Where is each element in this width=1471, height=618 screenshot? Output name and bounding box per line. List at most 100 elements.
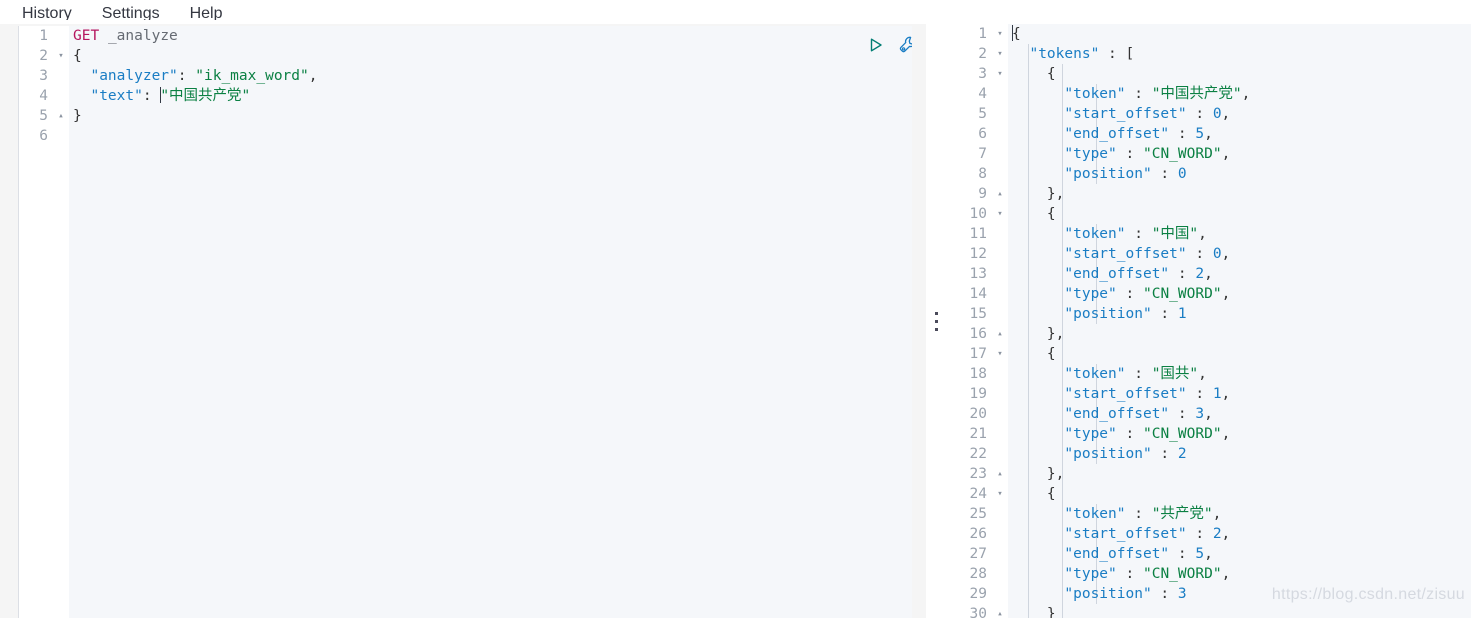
code-token: 1 [1212, 386, 1222, 402]
gutter-line[interactable]: 29 [946, 584, 1008, 604]
gutter-line[interactable]: 22 [946, 444, 1008, 464]
code-line[interactable]: "token" : "国共", [1008, 364, 1471, 384]
code-line[interactable]: "position" : 1 [1008, 304, 1471, 324]
gutter-line[interactable]: 17 ▾ [946, 344, 1008, 364]
code-line[interactable]: }, [1008, 324, 1471, 344]
request-code-area[interactable]: GET _analyze { "analyzer": "ik_max_word",… [69, 26, 912, 618]
gutter-line[interactable]: 10 ▾ [946, 204, 1008, 224]
fold-expand-icon[interactable]: ▴ [994, 464, 1006, 484]
gutter-line[interactable]: 27 [946, 544, 1008, 564]
fold-expand-icon[interactable]: ▴ [994, 604, 1006, 618]
request-pane[interactable]: 1 2 ▾ 3 4 5 ▴ 6 GET _analyze{ "analyzer": "ik_m… [0, 24, 926, 618]
code-line[interactable]: { [1008, 484, 1471, 504]
pane-splitter[interactable] [926, 24, 946, 618]
fold-collapse-icon[interactable]: ▾ [994, 44, 1006, 64]
gutter-line[interactable]: 25 [946, 504, 1008, 524]
code-line[interactable]: { [1008, 64, 1471, 84]
gutter-line[interactable]: 14 [946, 284, 1008, 304]
gutter-line[interactable]: 6 [19, 126, 69, 146]
gutter-line[interactable]: 11 [946, 224, 1008, 244]
wrench-icon[interactable] [897, 34, 912, 56]
code-line[interactable]: "end_offset" : 5, [1008, 124, 1471, 144]
code-line[interactable]: "start_offset" : 0, [1008, 104, 1471, 124]
gutter-line[interactable]: 8 [946, 164, 1008, 184]
code-line[interactable]: "type" : "CN_WORD", [1008, 564, 1471, 584]
menu-item-help[interactable]: Help [190, 6, 223, 21]
code-line[interactable]: "position" : 0 [1008, 164, 1471, 184]
gutter-line[interactable]: 7 [946, 144, 1008, 164]
fold-collapse-icon[interactable]: ▾ [994, 204, 1006, 224]
fold-expand-icon[interactable]: ▴ [994, 324, 1006, 344]
code-line[interactable]: "type" : "CN_WORD", [1008, 284, 1471, 304]
gutter-line[interactable]: 23 ▴ [946, 464, 1008, 484]
gutter-line[interactable]: 5 ▴ [19, 106, 69, 126]
gutter-line[interactable]: 13 [946, 264, 1008, 284]
gutter-line[interactable]: 4 [946, 84, 1008, 104]
gutter-line[interactable]: 12 [946, 244, 1008, 264]
fold-collapse-icon[interactable]: ▾ [994, 64, 1006, 84]
code-line[interactable]: "text": "中国共产党" [69, 86, 912, 106]
code-line[interactable]: "type" : "CN_WORD", [1008, 144, 1471, 164]
request-editor[interactable]: 1 2 ▾ 3 4 5 ▴ 6 GET _analyze{ "analyzer": "ik_m… [18, 26, 912, 618]
code-line[interactable]: "position" : 2 [1008, 444, 1471, 464]
fold-collapse-icon[interactable]: ▾ [55, 46, 67, 66]
fold-expand-icon[interactable]: ▴ [55, 106, 67, 126]
code-line[interactable]: "analyzer": "ik_max_word", [69, 66, 912, 86]
gutter-line[interactable]: 24 ▾ [946, 484, 1008, 504]
gutter-line[interactable]: 19 [946, 384, 1008, 404]
gutter-line[interactable]: 4 [19, 86, 69, 106]
gutter-line[interactable]: 30 ▴ [946, 604, 1008, 618]
play-icon[interactable] [865, 34, 887, 56]
line-number: 11 [969, 226, 987, 242]
gutter-line[interactable]: 26 [946, 524, 1008, 544]
code-line[interactable]: { [1008, 344, 1471, 364]
code-line[interactable]: "start_offset" : 1, [1008, 384, 1471, 404]
gutter-line[interactable]: 15 [946, 304, 1008, 324]
code-line[interactable]: } [1008, 604, 1471, 618]
code-line[interactable]: "end_offset" : 3, [1008, 404, 1471, 424]
code-line[interactable]: { [1008, 204, 1471, 224]
gutter-line[interactable]: 20 [946, 404, 1008, 424]
gutter-line[interactable]: 9 ▴ [946, 184, 1008, 204]
fold-expand-icon[interactable]: ▴ [994, 184, 1006, 204]
gutter-line[interactable]: 21 [946, 424, 1008, 444]
code-line[interactable]: "end_offset" : 2, [1008, 264, 1471, 284]
code-line[interactable]: GET _analyze [69, 26, 912, 46]
code-line[interactable]: "token" : "共产党", [1008, 504, 1471, 524]
gutter-line[interactable]: 5 [946, 104, 1008, 124]
menu-item-settings[interactable]: Settings [102, 6, 160, 21]
gutter-line[interactable]: 16 ▴ [946, 324, 1008, 344]
fold-collapse-icon[interactable]: ▾ [994, 484, 1006, 504]
response-code-area[interactable]: { "tokens" : [ { "token" : "中国共产党", "sta… [1008, 24, 1471, 618]
code-line[interactable]: "tokens" : [ [1008, 44, 1471, 64]
code-line[interactable]: { [69, 46, 912, 66]
gutter-line[interactable]: 1 ▾ [946, 24, 1008, 44]
code-line[interactable]: "end_offset" : 5, [1008, 544, 1471, 564]
code-line[interactable]: { [1008, 24, 1471, 44]
gutter-line[interactable]: 1 [19, 26, 69, 46]
gutter-line[interactable]: 18 [946, 364, 1008, 384]
code-line[interactable]: "start_offset" : 2, [1008, 524, 1471, 544]
menu-item-history[interactable]: History [22, 6, 72, 21]
response-pane[interactable]: 1 ▾ 2 ▾ 3 ▾ 4 5 6 7 8 9 ▴ 10 ▾ 11 12 13 14 15 16 ▴ 17 ▾ 18 19 20 21… [946, 24, 1471, 618]
code-line[interactable]: "token" : "中国", [1008, 224, 1471, 244]
code-line[interactable]: } [69, 106, 912, 126]
code-line[interactable]: "type" : "CN_WORD", [1008, 424, 1471, 444]
gutter-line[interactable]: 28 [946, 564, 1008, 584]
gutter-line[interactable]: 2 ▾ [946, 44, 1008, 64]
code-line[interactable]: "start_offset" : 0, [1008, 244, 1471, 264]
gutter-line[interactable]: 2 ▾ [19, 46, 69, 66]
request-gutter[interactable]: 1 2 ▾ 3 4 5 ▴ 6 [19, 26, 69, 618]
code-line[interactable]: }, [1008, 464, 1471, 484]
gutter-line[interactable]: 3 [19, 66, 69, 86]
code-line[interactable]: "token" : "中国共产党", [1008, 84, 1471, 104]
fold-collapse-icon[interactable]: ▾ [994, 24, 1006, 44]
code-line[interactable]: }, [1008, 184, 1471, 204]
line-number: 28 [969, 566, 987, 582]
gutter-line[interactable]: 3 ▾ [946, 64, 1008, 84]
response-gutter[interactable]: 1 ▾ 2 ▾ 3 ▾ 4 5 6 7 8 9 ▴ 10 ▾ 11 12 13 14 15 16 ▴ 17 ▾ 18 19 20 21… [946, 24, 1008, 618]
fold-collapse-icon[interactable]: ▾ [994, 344, 1006, 364]
code-line[interactable] [69, 126, 912, 146]
gutter-line[interactable]: 6 [946, 124, 1008, 144]
